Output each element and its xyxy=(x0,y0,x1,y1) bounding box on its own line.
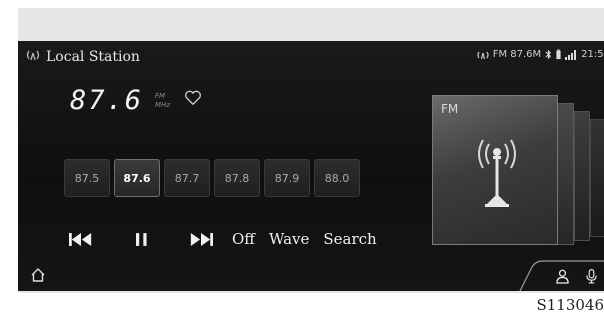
signal-bars-icon xyxy=(565,49,577,60)
off-button[interactable]: Off xyxy=(232,230,255,248)
preset-label: 87.9 xyxy=(274,171,300,185)
preset-label: 87.5 xyxy=(74,171,100,185)
preset-button-selected[interactable]: 87.6 xyxy=(114,159,160,197)
preset-button[interactable]: 88.0 xyxy=(314,159,360,197)
battery-icon xyxy=(556,49,561,60)
source-card-label: FM xyxy=(441,102,459,116)
heart-icon[interactable] xyxy=(184,90,202,110)
band-unit: FM MHz xyxy=(155,92,170,110)
source-card-back[interactable] xyxy=(574,111,590,241)
unit-label: MHz xyxy=(155,101,171,109)
page-title: Local Station xyxy=(46,48,140,65)
next-icon[interactable] xyxy=(186,227,216,251)
status-station-text: FM 87.6M xyxy=(492,49,542,60)
status-right: FM 87.6M 21:58 xyxy=(477,49,604,60)
corner-panel xyxy=(512,259,604,291)
preset-label: 87.8 xyxy=(224,171,250,185)
preset-button[interactable]: 87.7 xyxy=(164,159,210,197)
pause-icon[interactable] xyxy=(126,227,156,251)
radio-icon xyxy=(26,47,40,66)
microphone-icon[interactable] xyxy=(586,269,597,288)
preset-button[interactable]: 87.9 xyxy=(264,159,310,197)
preset-button[interactable]: 87.5 xyxy=(64,159,110,197)
source-card-back[interactable] xyxy=(590,119,604,237)
home-icon[interactable] xyxy=(30,267,46,287)
status-bar: Local Station FM 87.6M 21:5 xyxy=(18,41,604,69)
bluetooth-icon xyxy=(545,49,552,60)
playback-controls: Off Wave Search xyxy=(66,227,391,251)
wave-button[interactable]: Wave xyxy=(269,230,309,248)
clock: 21:58 xyxy=(581,49,604,60)
preset-button[interactable]: 87.8 xyxy=(214,159,260,197)
preset-label: 87.7 xyxy=(174,171,200,185)
preset-label: 88.0 xyxy=(324,171,350,185)
figure-caption: S113046 xyxy=(536,296,604,314)
user-icon[interactable] xyxy=(556,269,569,288)
band-label: FM xyxy=(155,92,166,100)
frequency-display: 87.6 FM MHz xyxy=(70,85,202,116)
status-left: Local Station xyxy=(26,47,140,66)
signal-icon xyxy=(477,50,489,60)
search-button[interactable]: Search xyxy=(323,230,376,248)
preset-list: 87.5 87.6 87.7 87.8 87.9 88.0 xyxy=(64,159,360,197)
antenna-icon xyxy=(469,126,525,220)
preset-label: 87.6 xyxy=(123,171,151,185)
previous-icon[interactable] xyxy=(66,227,96,251)
head-unit-screen: Local Station FM 87.6M 21:5 87.6 FM MHz … xyxy=(18,41,604,291)
fm-source-card[interactable]: FM xyxy=(432,95,558,245)
frequency-value: 87.6 xyxy=(70,85,144,116)
